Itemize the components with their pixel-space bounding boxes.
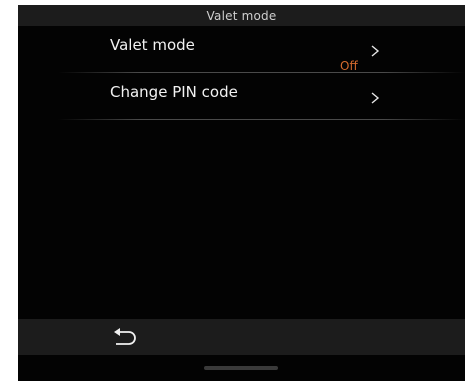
title-bar: Valet mode [18, 5, 465, 26]
chevron-right-icon [371, 92, 380, 104]
valet-mode-screen: Valet mode Valet mode Off Change PIN cod… [18, 5, 465, 381]
valet-mode-item[interactable]: Valet mode Off [18, 26, 465, 73]
change-pin-label: Change PIN code [110, 83, 238, 101]
home-indicator [204, 366, 278, 370]
divider [58, 119, 465, 120]
chevron-right-icon [371, 45, 380, 57]
valet-mode-status: Off [340, 59, 358, 73]
page-title: Valet mode [206, 8, 277, 23]
change-pin-item[interactable]: Change PIN code [18, 73, 465, 120]
back-arrow-icon [114, 328, 136, 345]
back-button[interactable] [110, 324, 140, 350]
settings-list: Valet mode Off Change PIN code [18, 26, 465, 120]
valet-mode-label: Valet mode [110, 36, 195, 54]
bottom-bar [18, 319, 465, 355]
